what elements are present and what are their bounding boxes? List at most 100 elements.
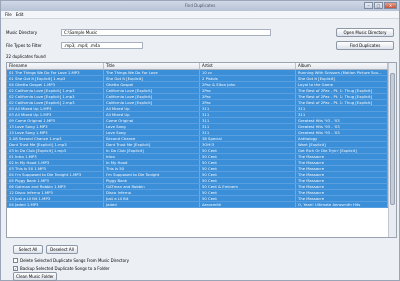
- table-header: Filename Title Artist Album: [7, 63, 396, 70]
- cell-artist: 2Pac: [200, 100, 296, 105]
- cell-title: All Mixed Up: [104, 112, 200, 117]
- cell-album: Greatest Hits '93 - '03: [296, 130, 388, 135]
- cell-title: Jaded: [104, 202, 200, 207]
- cell-title: Disco Inferno: [104, 190, 200, 195]
- cell-filename: 06 Gatman and Robbin 1.MP3: [7, 184, 104, 189]
- close-icon[interactable]: ✕: [384, 2, 397, 9]
- cell-album: Running With Scissors (Motion Picture So…: [296, 70, 388, 75]
- cell-artist: 50 Cent: [200, 190, 296, 195]
- table-row[interactable]: 04 Jaded 1.MP3 Jaded Aerosmith O, Yeah! Ult…: [7, 202, 396, 208]
- minimize-icon[interactable]: –: [364, 2, 373, 9]
- cell-album: The Massacre: [296, 196, 388, 201]
- cell-artist: 2Pac: [200, 94, 296, 99]
- column-header-title[interactable]: Title: [104, 63, 200, 69]
- cell-album: The Massacre: [296, 166, 388, 171]
- cell-filename: Dont Trust Me [Explicit] 1.mp3: [7, 142, 104, 147]
- cell-artist: 50 Cent: [200, 160, 296, 165]
- cell-filename: 01 Intro 1.MP3: [7, 154, 104, 159]
- delete-option-label: Delete Selected Duplicate Songs From Mus…: [20, 257, 130, 263]
- cell-artist: 2 Pistols: [200, 76, 296, 81]
- backup-option[interactable]: ✓ Backup Selected Duplicate Songs to a F…: [13, 265, 110, 271]
- column-header-filename[interactable]: Filename: [7, 63, 104, 69]
- cell-artist: 50 Cent: [200, 166, 296, 171]
- cell-filename: 13 Love Song 1.MP3: [7, 124, 104, 129]
- scrollbar-thumb[interactable]: [390, 73, 395, 205]
- menu-bar: File Edit: [1, 11, 399, 19]
- cell-title: California Love [Explicit]: [104, 94, 200, 99]
- cell-album: She Got It [Explicit]: [296, 76, 388, 81]
- cell-album: 311: [296, 106, 388, 111]
- select-all-button[interactable]: Select All: [13, 245, 43, 254]
- cell-album: The Massacre: [296, 190, 388, 195]
- cell-title: Just a Lil Bit: [104, 196, 200, 201]
- cell-album: The Massacre: [296, 178, 388, 183]
- window-title: Find Duplicates: [184, 3, 216, 8]
- cell-artist: 311: [200, 118, 296, 123]
- cell-title: GATman and Robbin: [104, 184, 200, 189]
- menu-edit[interactable]: Edit: [16, 11, 24, 18]
- cell-filename: 2-08 Second Chance 1.mp3: [7, 136, 104, 141]
- cell-title: All Mixed Up: [104, 106, 200, 111]
- cell-filename: 02 California Love [Explicit] 1.mp3: [7, 88, 104, 93]
- cell-album: Anthology: [296, 136, 388, 141]
- cell-title: In Da Club [Explicit]: [104, 148, 200, 153]
- cell-album: The Massacre: [296, 172, 388, 177]
- cell-filename: 03 This Is 50 1.MP3: [7, 166, 104, 171]
- file-types-label: File Types to Filter: [6, 43, 42, 48]
- column-header-album[interactable]: Album: [296, 63, 388, 69]
- window-controls: – □ ✕: [364, 2, 397, 10]
- cell-album: O, Yeah! Ultimate Aerosmith Hits: [296, 202, 388, 207]
- cell-filename: 02 California Love [Explicit] 2.mp3: [7, 100, 104, 105]
- cell-title: California Love [Explicit]: [104, 100, 200, 105]
- music-directory-field[interactable]: C:\Sample Music: [61, 29, 271, 36]
- file-types-field[interactable]: .mp3; .mp4; .m4a: [61, 42, 143, 49]
- cell-album: Greatest Hits '93 - '03: [296, 124, 388, 129]
- table-body: 01 The Things We Do For Love 1.MP3 The Th…: [7, 70, 396, 208]
- maximize-icon[interactable]: □: [374, 2, 383, 9]
- find-duplicates-button[interactable]: Find Duplicates: [336, 41, 394, 50]
- cell-album: The Best of 2Pac - Pt. 1: Thug [Explicit…: [296, 94, 388, 99]
- delete-option[interactable]: Delete Selected Duplicate Songs From Mus…: [13, 257, 129, 263]
- cell-title: Dont Trust Me [Explicit]: [104, 142, 200, 147]
- vertical-scrollbar[interactable]: [388, 63, 396, 237]
- music-directory-label: Music Directory: [6, 30, 38, 35]
- backup-option-label: Backup Selected Duplicate Songs to a Fol…: [20, 265, 110, 271]
- cell-artist: 50 Cent: [200, 148, 296, 153]
- cell-artist: 2Pac: [200, 88, 296, 93]
- cell-filename: 09 Come Original 1.MP3: [7, 118, 104, 123]
- cell-artist: 311: [200, 106, 296, 111]
- cell-album: Greatest Hits '93 - '03: [296, 118, 388, 123]
- cell-filename: 03 In Da Club [Explicit] 1.mp3: [7, 148, 104, 153]
- cell-artist: 50 Cent: [200, 154, 296, 159]
- cell-filename: 04 Jaded 1.MP3: [7, 202, 104, 207]
- cell-album: The Massacre: [296, 160, 388, 165]
- cell-title: Intro: [104, 154, 200, 159]
- cell-title: I'm Supposed to Die Tonight: [104, 172, 200, 177]
- cell-album: Get Rich Or Die Tryin' [Explicit]: [296, 148, 388, 153]
- cell-artist: 3OH!3: [200, 142, 296, 147]
- cell-title: The Things We Do For Love: [104, 70, 200, 75]
- cell-artist: 50 Cent: [200, 172, 296, 177]
- backup-checkbox[interactable]: ✓: [13, 265, 18, 271]
- cell-title: She Got It [Explicit]: [104, 76, 200, 81]
- title-bar[interactable]: Find Duplicates – □ ✕: [1, 1, 399, 11]
- cell-title: Love Song: [104, 130, 200, 135]
- cell-title: Come Original: [104, 118, 200, 123]
- cell-filename: 01 She Got It [Explicit] 1.mp3: [7, 76, 104, 81]
- menu-file[interactable]: File: [5, 11, 12, 18]
- column-header-artist[interactable]: Artist: [200, 63, 296, 69]
- cell-artist: 50 Cent & Eminem: [200, 184, 296, 189]
- cell-album: The Massacre: [296, 184, 388, 189]
- cell-title: Piggy Bank: [104, 178, 200, 183]
- delete-checkbox[interactable]: [13, 257, 18, 263]
- clean-music-folder-button[interactable]: Clean Music Folder: [13, 272, 57, 281]
- deselect-all-button[interactable]: Deselect All: [46, 245, 78, 254]
- cell-album: The Best of 2Pac - Pt. 1: Thug [Explicit…: [296, 100, 388, 105]
- cell-album: The Best of 2Pac - Pt. 1: Thug [Explicit…: [296, 88, 388, 93]
- cell-filename: 02 California Love [Explicit] 1.mp3: [7, 94, 104, 99]
- cell-artist: 2Pac & Elton John: [200, 82, 296, 87]
- duplicates-table[interactable]: Filename Title Artist Album 01 The Thing…: [6, 62, 397, 238]
- cell-album: 311: [296, 112, 388, 117]
- cell-artist: 50 Cent: [200, 178, 296, 183]
- open-music-directory-button[interactable]: Open Music Directory: [336, 28, 394, 37]
